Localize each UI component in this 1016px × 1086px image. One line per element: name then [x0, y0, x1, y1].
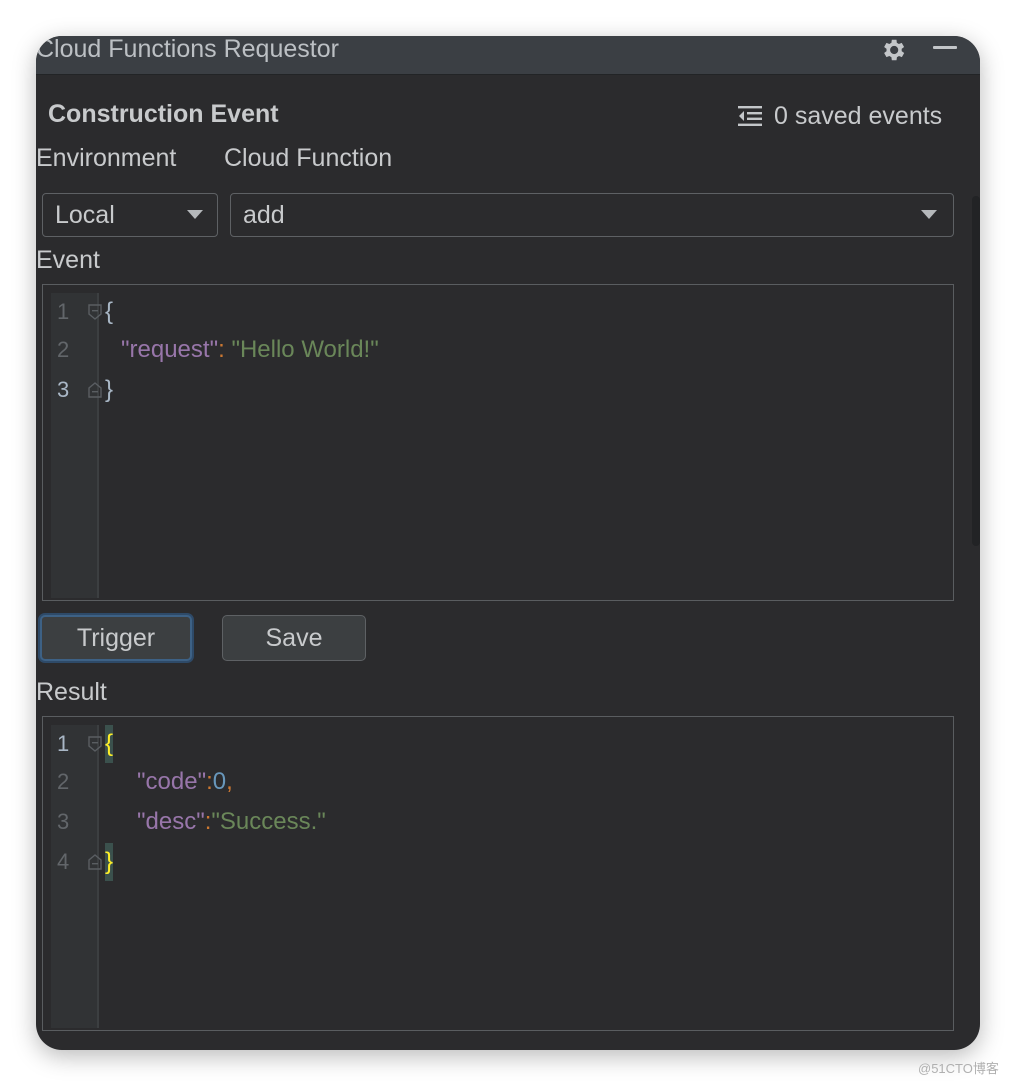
json-separator: : [218, 336, 232, 363]
json-number-value: 0 [212, 768, 227, 795]
line-number: 2 [57, 769, 70, 794]
window-title: Cloud Functions Requestor [36, 36, 339, 63]
line-number: 1 [57, 299, 70, 324]
gear-icon[interactable] [879, 36, 907, 64]
editor-line: 3 } [43, 371, 953, 409]
chevron-down-icon [921, 210, 937, 219]
json-comma: , [226, 768, 233, 795]
json-string-value: "Hello World!" [231, 336, 379, 363]
cloud-function-value: add [243, 201, 285, 229]
environment-label: Environment [36, 144, 177, 172]
editor-line: 2 "code":0, [43, 763, 953, 801]
editor-line: 1 { [43, 293, 953, 331]
editor-line: 2 "request": "Hello World!" [43, 331, 953, 369]
code-text: } [105, 376, 114, 403]
result-editor[interactable]: 1 { 2 "code":0, 3 "desc":"Success." 4 } [42, 716, 954, 1031]
code-text: "code":0, [137, 763, 233, 801]
fold-icon[interactable] [87, 382, 103, 398]
code-text: } [105, 843, 114, 881]
list-icon [738, 106, 762, 126]
json-key: "code" [137, 768, 207, 795]
environment-value: Local [55, 201, 115, 229]
code-text: { [105, 725, 114, 763]
requestor-window: Cloud Functions Requestor Construction E… [36, 36, 980, 1050]
event-label: Event [36, 246, 100, 274]
json-separator: : [206, 768, 213, 795]
save-button[interactable]: Save [222, 615, 366, 661]
chevron-down-icon [187, 210, 203, 219]
editor-line: 1 { [43, 725, 953, 763]
fold-icon[interactable] [87, 854, 103, 870]
json-key: "request" [121, 336, 219, 363]
saved-events-count: 0 saved events [774, 101, 943, 130]
environment-select[interactable]: Local [42, 193, 218, 237]
code-text: { [105, 298, 114, 325]
watermark: @51CTO博客 [918, 1061, 999, 1076]
fold-icon[interactable] [87, 736, 103, 752]
result-label: Result [36, 678, 107, 706]
trigger-button[interactable]: Trigger [40, 615, 192, 661]
line-number: 3 [57, 809, 70, 834]
cloud-function-select[interactable]: add [230, 193, 954, 237]
saved-events-link[interactable]: 0 saved events [736, 100, 942, 132]
fold-icon[interactable] [87, 304, 103, 320]
line-number: 2 [57, 337, 70, 362]
editor-line: 3 "desc":"Success." [43, 803, 953, 841]
code-text: "request": "Hello World!" [121, 331, 379, 369]
panel-scrollbar[interactable] [972, 196, 980, 546]
code-text: "desc":"Success." [137, 803, 326, 841]
minimize-icon[interactable] [933, 46, 957, 49]
event-editor[interactable]: 1 { 2 "request": "Hello World!" 3 } [42, 284, 954, 601]
title-bar: Cloud Functions Requestor [36, 36, 980, 75]
editor-line: 4 } [43, 843, 953, 881]
line-number: 4 [57, 849, 70, 874]
json-string-value: "Success." [211, 808, 326, 835]
json-key: "desc" [137, 808, 205, 835]
line-number: 1 [57, 731, 70, 756]
cloud-function-label: Cloud Function [224, 144, 393, 172]
panel-heading: Construction Event [48, 100, 279, 128]
line-number: 3 [57, 377, 70, 402]
